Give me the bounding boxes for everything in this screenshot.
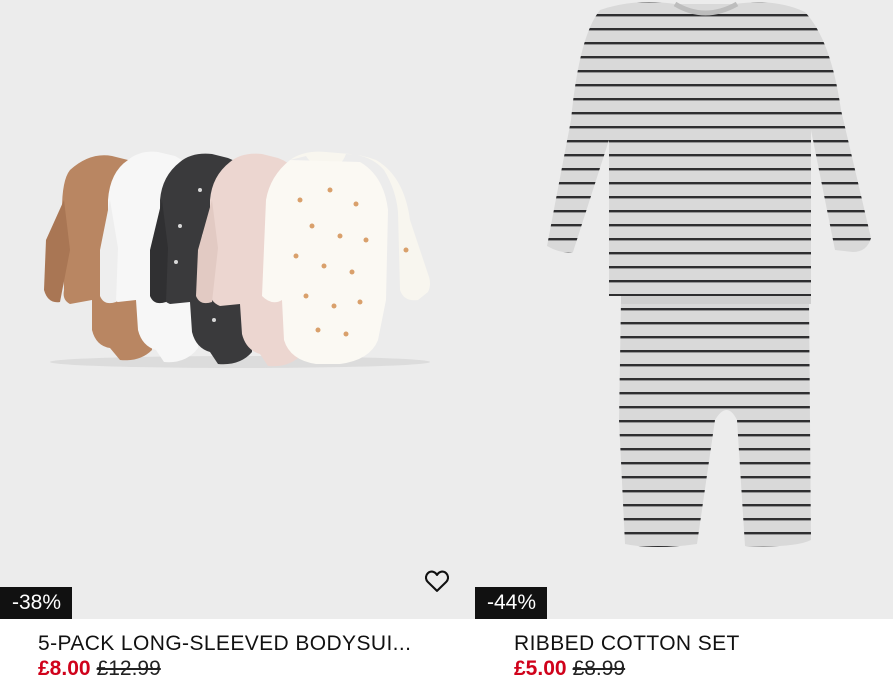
discount-badge: -38% [0,587,73,619]
product-image-ribbed-set[interactable] [475,0,893,619]
bodysuit-pack-illustration [44,151,430,368]
original-price: £8.99 [572,657,626,680]
heart-outline-icon[interactable] [423,567,451,595]
product-title[interactable]: RIBBED COTTON SET [514,632,740,656]
sale-price: £8.00 [38,657,91,680]
price-row: £5.00 £8.99 [514,657,625,681]
price-row: £8.00 £12.99 [38,657,161,681]
striped-set-illustration [547,1,871,547]
sale-price: £5.00 [514,657,567,680]
product-image-bodysuits[interactable] [0,0,475,619]
discount-badge: -44% [475,587,548,619]
original-price: £12.99 [96,657,161,680]
product-title[interactable]: 5-PACK LONG-SLEEVED BODYSUI... [38,632,411,656]
